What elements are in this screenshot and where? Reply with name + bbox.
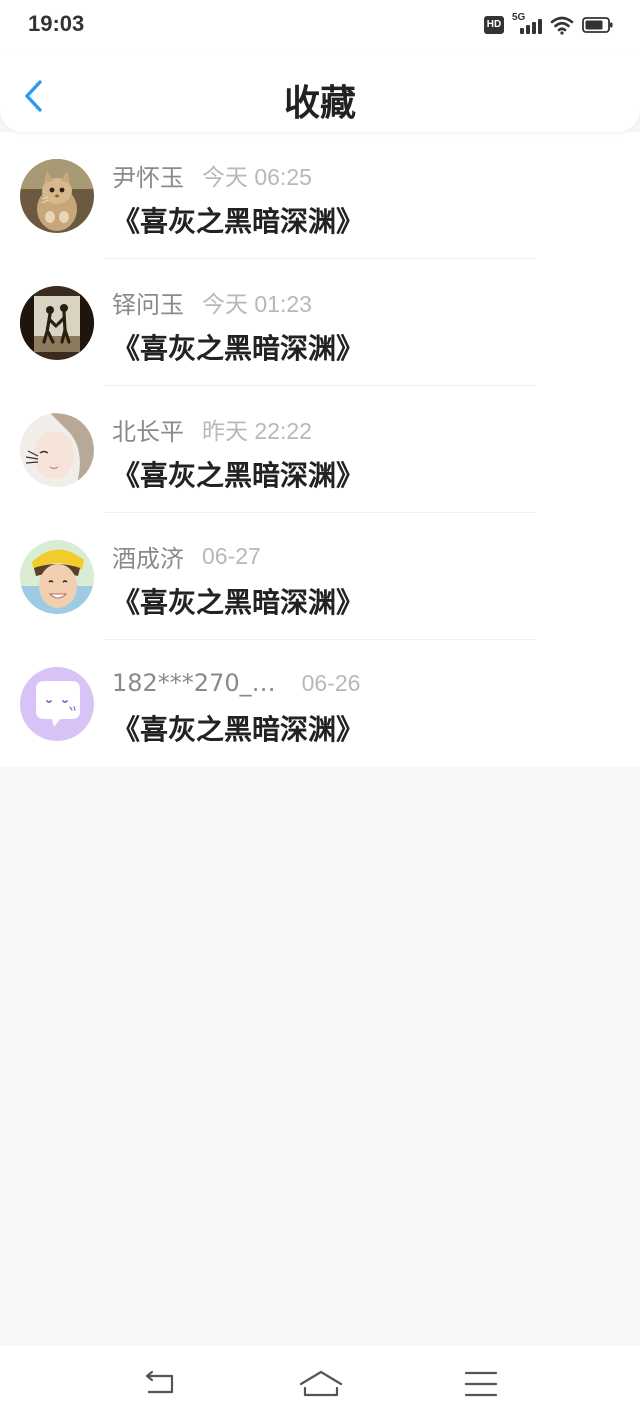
status-icons: HD 5G	[484, 12, 614, 36]
girl-photo-avatar	[20, 413, 94, 487]
list-item[interactable]: 北长平 昨天 22:22 《喜灰之黑暗深渊》	[0, 386, 640, 513]
item-title: 《喜灰之黑暗深渊》	[112, 713, 365, 746]
couple-photo-avatar	[20, 286, 94, 360]
author-name: 酒成济	[112, 544, 184, 573]
boy-photo-avatar	[20, 540, 94, 614]
header: 收藏	[0, 50, 640, 132]
item-timestamp: 今天 01:23	[202, 291, 312, 317]
item-timestamp: 今天 06:25	[202, 164, 312, 190]
cat-photo-avatar	[20, 159, 94, 233]
item-meta: 182***270_… 06-26	[112, 668, 360, 698]
page-title: 收藏	[283, 83, 356, 124]
signal-icon: 5G	[512, 12, 542, 36]
battery-icon	[582, 17, 613, 33]
back-nav-icon	[145, 1370, 174, 1394]
item-title: 《喜灰之黑暗深渊》	[112, 586, 365, 619]
item-timestamp: 06-27	[202, 542, 261, 569]
item-title: 《喜灰之黑暗深渊》	[112, 205, 365, 238]
author-name: 尹怀玉	[112, 163, 184, 192]
home-nav-button[interactable]	[298, 1364, 344, 1404]
status-time: 19:03	[28, 11, 85, 36]
item-meta: 铎问玉 今天 01:23	[112, 287, 312, 319]
item-meta: 酒成济 06-27	[112, 541, 261, 573]
list-item[interactable]: 酒成济 06-27 《喜灰之黑暗深渊》	[0, 513, 640, 640]
author-name: 182***270_…	[112, 669, 276, 697]
item-title: 《喜灰之黑暗深渊》	[112, 332, 365, 365]
status-bar: 19:03 HD 5G	[0, 0, 640, 50]
list-item[interactable]: 铎问玉 今天 01:23 《喜灰之黑暗深渊》	[0, 259, 640, 386]
author-name: 铎问玉	[112, 290, 184, 319]
list-item[interactable]: 尹怀玉 今天 06:25 《喜灰之黑暗深渊》	[0, 132, 640, 259]
author-name: 北长平	[112, 417, 184, 446]
hd-icon: HD	[484, 16, 504, 34]
back-nav-button[interactable]	[140, 1364, 180, 1404]
home-nav-icon	[299, 1370, 343, 1397]
item-meta: 北长平 昨天 22:22	[112, 414, 312, 446]
menu-nav-button[interactable]	[462, 1364, 502, 1404]
system-nav-bar	[0, 1346, 640, 1422]
item-meta: 尹怀玉 今天 06:25	[112, 160, 312, 192]
item-title: 《喜灰之黑暗深渊》	[112, 459, 365, 492]
network-type-label: 5G	[512, 12, 526, 23]
favorites-list: 尹怀玉 今天 06:25 《喜灰之黑暗深渊》 铎问玉 今天 01:23 《喜灰之…	[0, 132, 640, 767]
item-timestamp: 昨天 22:22	[202, 418, 312, 444]
list-item[interactable]: 182***270_… 06-26 《喜灰之黑暗深渊》	[0, 640, 640, 767]
menu-nav-icon	[464, 1371, 498, 1397]
default-chat-avatar	[20, 667, 94, 741]
favorites-screen: 19:03 HD 5G 收藏 尹怀玉 今天 06:25 《喜灰之黑暗深渊》 铎问…	[0, 0, 640, 1422]
wifi-icon	[550, 16, 574, 35]
item-timestamp: 06-26	[301, 669, 361, 696]
